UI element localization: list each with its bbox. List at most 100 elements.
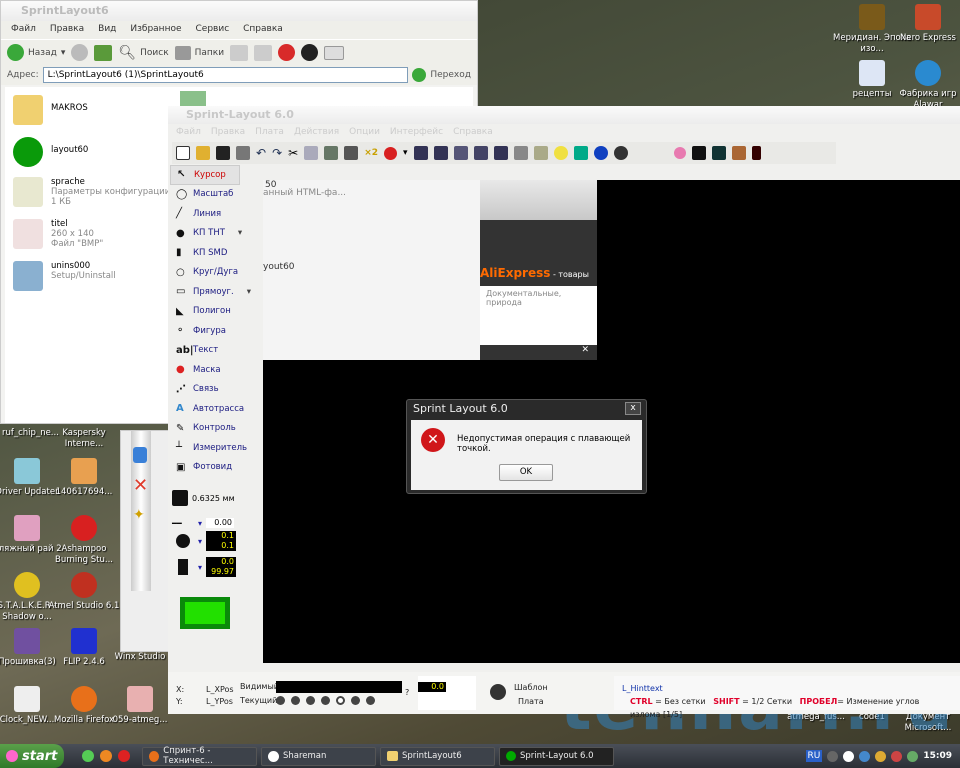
tool-measure[interactable]: ┴ Измеритель [170,438,262,458]
file-item[interactable]: MAKROS [13,95,88,125]
quicklaunch-icon[interactable] [118,750,130,762]
template-button[interactable]: Шаблон [514,681,548,695]
save-icon[interactable] [216,146,230,160]
menu-options[interactable]: Опции [349,127,380,139]
menu-view[interactable]: Вид [98,24,116,36]
undo-icon[interactable] [301,44,319,61]
up-folder-icon[interactable] [94,44,113,61]
info-icon[interactable] [593,146,608,160]
menu-tools[interactable]: Сервис [196,24,230,36]
go-button[interactable]: Переход [430,70,471,80]
wand-icon[interactable]: ✦ [133,507,145,523]
tool-photoview[interactable]: ▣ Фотовид [170,458,262,478]
menu-favorites[interactable]: Избранное [130,24,181,36]
redo-icon[interactable]: ↷ [272,146,282,160]
tool-cursor[interactable]: ↖ Курсор [170,165,240,185]
copy-to-icon[interactable] [254,44,273,61]
component-icon[interactable] [613,146,628,160]
layer-radio[interactable] [291,696,300,705]
language-indicator[interactable]: RU [805,750,823,762]
tool-shape[interactable]: ⚬ Фигура [170,321,262,341]
layer-radio[interactable] [336,696,345,705]
views-icon[interactable] [324,45,345,60]
desktop-icon[interactable]: 140617694... [44,458,124,498]
volume-icon[interactable] [907,750,919,762]
desktop-icon-nero[interactable]: Nero Express [888,4,960,44]
tool-mask[interactable]: ● Маска [170,360,262,380]
group-icon[interactable] [493,146,508,160]
network-icon[interactable] [859,750,871,762]
zoom-value[interactable]: 0.0 [418,682,446,692]
pad-inner-input[interactable]: 0.1 [206,541,237,551]
undo-icon[interactable]: ↶ [256,146,266,160]
grid-icon[interactable] [172,490,188,506]
tool-text[interactable]: ab| Текст [170,341,262,361]
print-icon[interactable] [236,146,250,160]
board-button[interactable]: Плата [514,695,548,709]
zoom-icon[interactable] [553,146,568,160]
tool-zoom[interactable]: ◯ Масштаб [170,185,262,205]
desktop-icon-atmel-studio[interactable]: Atmel Studio 6.1 [44,572,124,612]
layer-radio[interactable] [306,696,315,705]
layer-radio[interactable] [321,696,330,705]
go-icon[interactable] [412,68,427,82]
menu-file[interactable]: Файл [11,24,36,36]
menu-interface[interactable]: Интерфейс [390,127,443,139]
dropdown-arrow-icon[interactable]: ▾ [247,287,251,297]
task-sprint-layout[interactable]: Sprint-Layout 6.0 [499,746,614,766]
layer-radio[interactable] [366,696,375,705]
menu-actions[interactable]: Действия [294,127,339,139]
desktop-icon-alawar[interactable]: Фабрика игр Alawar [888,60,960,111]
menu-edit[interactable]: Правка [211,127,245,139]
new-icon[interactable] [176,146,190,160]
lock-icon[interactable] [513,146,528,160]
task-explorer[interactable]: SprintLayout6 [380,746,495,766]
dropdown-arrow-icon[interactable]: ▾ [238,228,242,238]
back-button[interactable]: Назад ▾ [7,44,65,61]
test-icon[interactable] [711,146,726,160]
ok-button[interactable]: OK [499,464,553,481]
help-button[interactable]: ? [405,688,409,697]
antivirus-icon[interactable] [891,750,903,762]
tool-pad-tht[interactable]: ● КП THT ▾ [170,224,262,244]
delete-icon[interactable] [278,44,296,61]
tool-autoroute[interactable]: A Автотрасса [170,399,262,419]
tray-icon[interactable] [827,750,839,762]
rect-height-input[interactable]: 99.97 [206,567,237,577]
delete-icon[interactable] [344,146,359,160]
move-to-icon[interactable] [230,44,249,61]
align-icon[interactable] [453,146,468,160]
dialog-close-button[interactable]: x [625,402,641,415]
duplicate-icon[interactable]: ×2 [364,148,378,158]
mirror-v-icon[interactable] [433,146,448,160]
tool-pad-smd[interactable]: ▮ КП SMD [170,243,262,263]
layer-color-button[interactable] [180,597,230,629]
tray-icon[interactable] [875,750,887,762]
component-icon[interactable] [490,684,506,700]
quicklaunch-icon[interactable] [100,750,112,762]
open-icon[interactable] [196,146,210,160]
rotate-icon[interactable] [384,146,397,160]
tool-test[interactable]: ✎ Контроль [170,419,262,439]
pause-icon[interactable] [133,447,147,463]
tool-circle[interactable]: ○ Круг/Дуга [170,263,262,283]
desktop-icon-ashampoo[interactable]: Ashampoo Burning Stu... [44,515,124,566]
snap-icon[interactable] [473,146,488,160]
file-item[interactable]: layout60 [13,137,88,167]
crop-icon[interactable] [573,146,588,160]
file-item[interactable]: unins000 Setup/Uninstall [13,261,116,291]
cut-icon[interactable]: ✂ [288,146,298,160]
menu-board[interactable]: Плата [255,127,284,139]
ring-icon[interactable] [673,147,686,159]
menu-edit[interactable]: Правка [50,24,84,36]
start-button[interactable]: start [0,744,64,768]
folders-button[interactable]: Папки [174,45,224,60]
layer-radio[interactable] [276,696,285,705]
copy-icon[interactable] [304,146,319,160]
menu-help[interactable]: Справка [243,24,283,36]
menu-file[interactable]: Файл [176,127,201,139]
tool-line[interactable]: ╱ Линия [170,204,262,224]
r1-icon[interactable] [691,146,706,160]
address-input[interactable]: L:\SprintLayout6 (1)\SprintLayout6 [42,67,409,83]
file-item[interactable]: titel 260 x 140 Файл "BMP" [13,219,103,249]
